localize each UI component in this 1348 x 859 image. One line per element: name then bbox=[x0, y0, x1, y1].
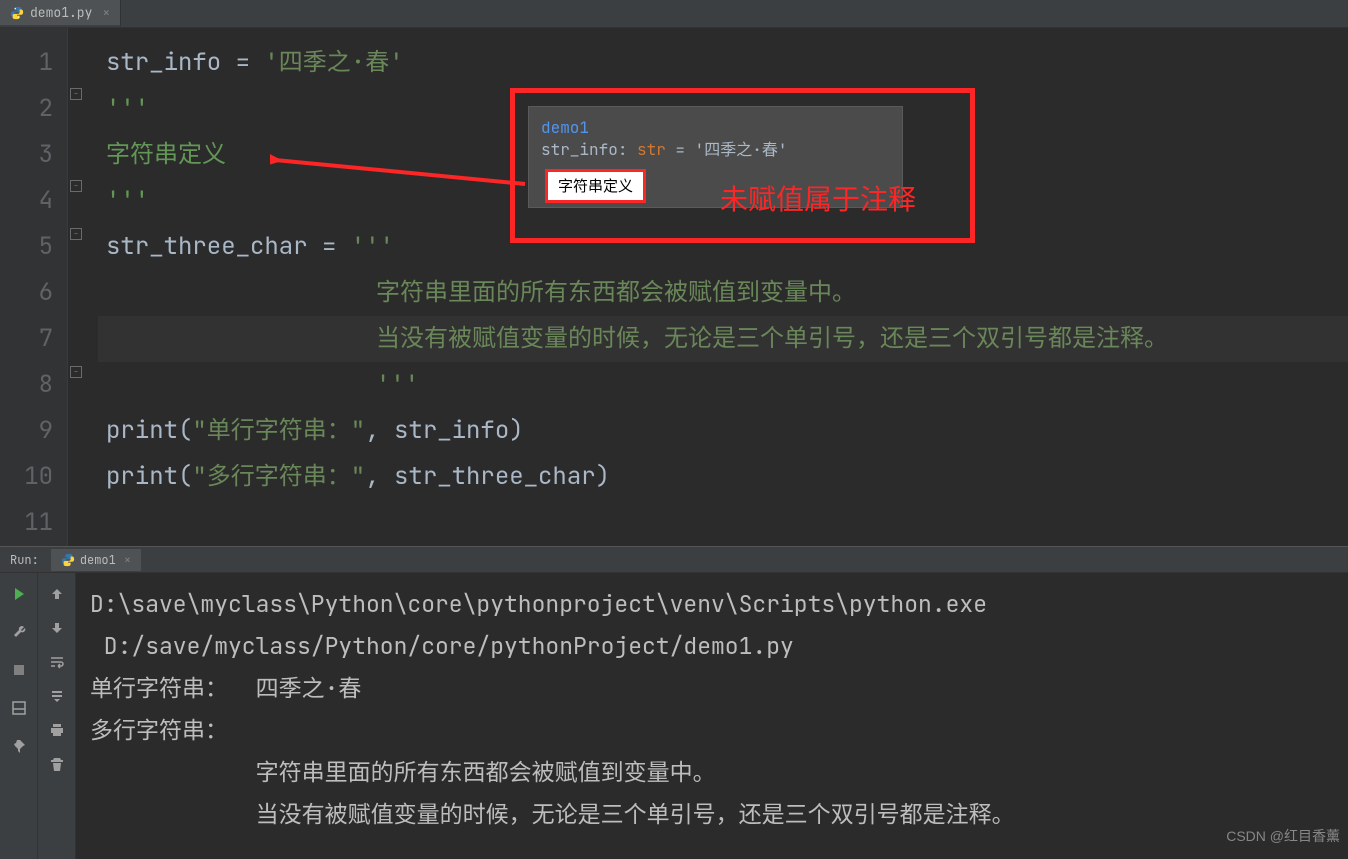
fold-toggle-icon[interactable]: − bbox=[70, 88, 82, 100]
code-token: str_info bbox=[106, 47, 221, 78]
run-panel-header: Run: demo1 × bbox=[0, 547, 1348, 573]
run-config-tab[interactable]: demo1 × bbox=[51, 549, 141, 571]
code-token: ''' bbox=[376, 369, 419, 400]
soft-wrap-button[interactable] bbox=[46, 651, 68, 673]
up-arrow-button[interactable] bbox=[46, 583, 68, 605]
line-number: 6 bbox=[0, 270, 67, 316]
scroll-to-end-button[interactable] bbox=[46, 685, 68, 707]
run-tool-column-primary bbox=[0, 573, 38, 859]
run-panel-body: D:\save\myclass\Python\core\pythonprojec… bbox=[0, 573, 1348, 859]
code-token: print bbox=[106, 461, 178, 492]
output-line: 字符串里面的所有东西都会被赋值到变量中。 bbox=[90, 757, 716, 787]
close-run-tab-icon[interactable]: × bbox=[124, 552, 131, 568]
fold-toggle-icon[interactable]: − bbox=[70, 366, 82, 378]
layout-button[interactable] bbox=[8, 697, 30, 719]
code-token: str_three_char bbox=[394, 461, 596, 492]
code-token: 字符串里面的所有东西都会被赋值到变量中。 bbox=[376, 277, 856, 308]
code-token: '四季之·春' bbox=[264, 47, 403, 78]
code-view[interactable]: str_info = '四季之·春' ''' 字符串定义 ''' str_thr… bbox=[98, 28, 1348, 546]
editor-tab-bar: demo1.py × bbox=[0, 0, 1348, 28]
output-line: D:/save/myclass/Python/core/pythonProjec… bbox=[90, 631, 794, 661]
code-token: str_three_char bbox=[106, 231, 308, 262]
file-tab-demo1[interactable]: demo1.py × bbox=[0, 0, 121, 27]
code-token: = bbox=[221, 47, 264, 78]
print-button[interactable] bbox=[46, 719, 68, 741]
trash-button[interactable] bbox=[46, 753, 68, 775]
run-tool-column-secondary bbox=[38, 573, 76, 859]
code-token: 当没有被赋值变量的时候，无论是三个单引号，还是三个双引号都是注释。 bbox=[376, 323, 1168, 354]
code-token: ''' bbox=[106, 185, 149, 216]
code-token: "多行字符串：" bbox=[192, 461, 365, 492]
pin-button[interactable] bbox=[8, 735, 30, 757]
python-file-icon bbox=[10, 6, 24, 20]
rerun-button[interactable] bbox=[8, 583, 30, 605]
output-line: 多行字符串： bbox=[90, 715, 256, 745]
code-token: 字符串定义 bbox=[106, 139, 226, 170]
line-number: 8 bbox=[0, 362, 67, 408]
line-number: 1 bbox=[0, 40, 67, 86]
output-line: 单行字符串： 四季之·春 bbox=[90, 673, 361, 703]
line-number: 5 bbox=[0, 224, 67, 270]
run-label: Run: bbox=[10, 552, 39, 568]
code-token: ''' bbox=[351, 231, 394, 262]
fold-toggle-icon[interactable]: − bbox=[70, 228, 82, 240]
output-line: 当没有被赋值变量的时候，无论是三个单引号，还是三个双引号都是注释。 bbox=[90, 799, 1015, 829]
code-token: "单行字符串：" bbox=[192, 415, 365, 446]
fold-toggle-icon[interactable]: − bbox=[70, 180, 82, 192]
line-number: 7 bbox=[0, 316, 67, 362]
fold-column: − − − − bbox=[68, 28, 98, 546]
file-tab-label: demo1.py bbox=[30, 4, 92, 21]
watermark-text: CSDN @红目香薰 bbox=[1226, 815, 1340, 857]
line-number: 9 bbox=[0, 408, 67, 454]
line-number-gutter: 1 2 3 4 5 6 7 8 9 10 11 bbox=[0, 28, 68, 546]
close-tab-icon[interactable]: × bbox=[102, 4, 110, 21]
editor-area: 1 2 3 4 5 6 7 8 9 10 11 − − − − str_info… bbox=[0, 28, 1348, 547]
wrench-settings-button[interactable] bbox=[8, 621, 30, 643]
line-number: 11 bbox=[0, 500, 67, 546]
code-token: ''' bbox=[106, 93, 149, 124]
line-number: 10 bbox=[0, 454, 67, 500]
python-run-icon bbox=[61, 553, 75, 567]
line-number: 2 bbox=[0, 86, 67, 132]
code-token: = bbox=[308, 231, 351, 262]
code-token: print bbox=[106, 415, 178, 446]
stop-button[interactable] bbox=[8, 659, 30, 681]
code-token: str_info bbox=[394, 415, 509, 446]
run-output[interactable]: D:\save\myclass\Python\core\pythonprojec… bbox=[76, 573, 1348, 859]
run-config-name: demo1 bbox=[80, 552, 116, 568]
line-number: 3 bbox=[0, 132, 67, 178]
down-arrow-button[interactable] bbox=[46, 617, 68, 639]
output-line: D:\save\myclass\Python\core\pythonprojec… bbox=[90, 589, 987, 619]
line-number: 4 bbox=[0, 178, 67, 224]
